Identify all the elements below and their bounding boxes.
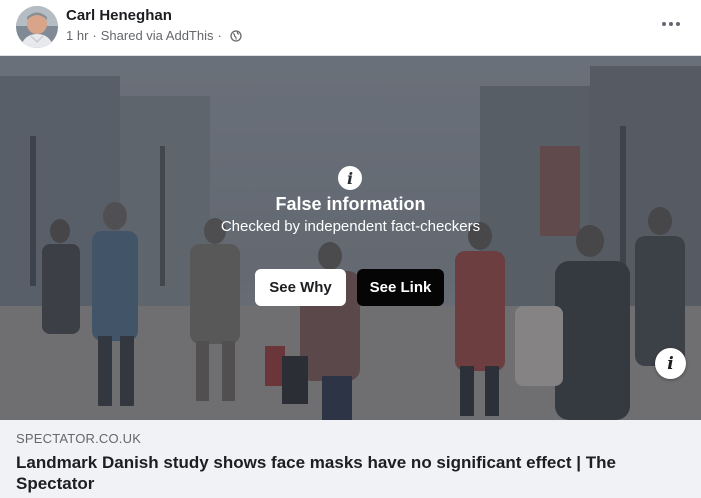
post-meta: 1 hr · Shared via AddThis · [66, 28, 242, 43]
see-link-button[interactable]: See Link [357, 269, 444, 306]
fact-check-subtitle: Checked by independent fact-checkers [220, 218, 481, 235]
avatar[interactable] [16, 6, 58, 48]
link-info-icon[interactable]: i [655, 348, 686, 379]
post-time[interactable]: 1 hr [66, 28, 88, 43]
link-title[interactable]: Landmark Danish study shows face masks h… [16, 452, 656, 494]
post-image[interactable]: i False information Checked by independe… [0, 56, 701, 420]
meta-separator: · [217, 28, 222, 43]
more-horizontal-icon [662, 22, 666, 26]
facebook-post: Carl Heneghan 1 hr · Shared via AddThis … [0, 0, 701, 498]
info-icon: i [338, 166, 362, 190]
link-domain: SPECTATOR.CO.UK [16, 431, 142, 446]
see-why-button[interactable]: See Why [255, 269, 346, 306]
author-name[interactable]: Carl Heneghan [66, 7, 172, 24]
meta-separator: · [92, 28, 97, 43]
more-options-button[interactable] [657, 12, 685, 36]
shared-via: Shared via AddThis [100, 28, 214, 43]
fact-check-overlay [0, 56, 701, 420]
globe-icon [230, 29, 242, 42]
post-header: Carl Heneghan 1 hr · Shared via AddThis … [0, 0, 701, 56]
link-preview[interactable]: SPECTATOR.CO.UK Landmark Danish study sh… [0, 420, 701, 498]
fact-check-title: False information [275, 194, 426, 214]
